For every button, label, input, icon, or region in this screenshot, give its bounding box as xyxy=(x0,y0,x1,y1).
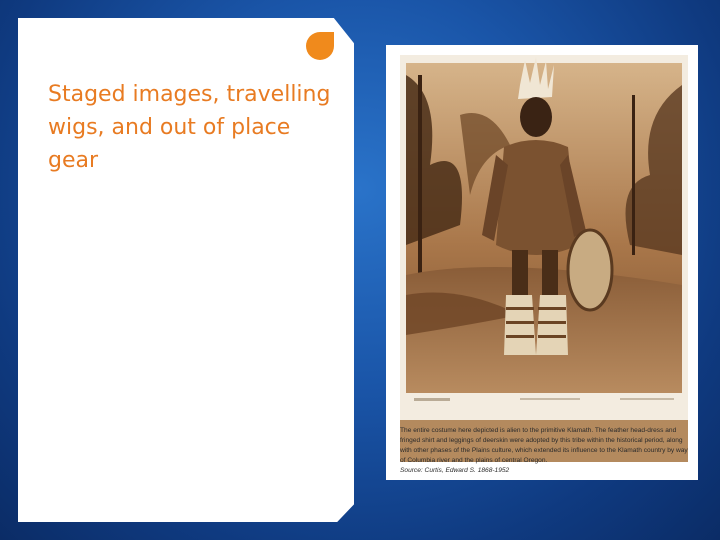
sepia-photograph xyxy=(400,55,688,462)
caption-text: The entire costume here depicted is alie… xyxy=(400,427,688,464)
caption-source: Source: Curtis, Edward S. 1868-1952 xyxy=(400,467,510,474)
photo-caption: The entire costume here depicted is alie… xyxy=(400,426,690,476)
photo-illustration xyxy=(400,55,688,420)
slide-title: Staged images, travelling wigs, and out … xyxy=(48,82,331,173)
orange-leaf-icon xyxy=(306,32,334,60)
figure-card: The entire costume here depicted is alie… xyxy=(386,45,698,480)
